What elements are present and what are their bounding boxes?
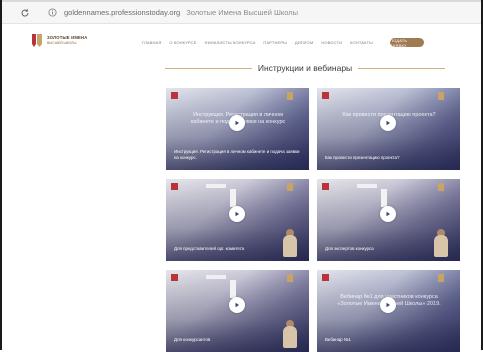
video-card[interactable]: Вебинар №1 для участников конкурса «Золо… (317, 270, 460, 352)
nav-item-finalists[interactable]: ФИНАЛИСТЫ КОНКУРСА (205, 40, 256, 45)
heading-divider-left (165, 67, 252, 69)
video-caption[interactable]: Для экспертов конкурса (325, 246, 452, 251)
video-caption[interactable]: Вебинар №1 (325, 337, 452, 342)
organizer-logo-icon (322, 92, 329, 99)
logo-line2: ВЫСШЕЙ ШКОЛЫ (47, 41, 77, 45)
address-bar[interactable]: goldennames.professionstoday.org Золотые… (2, 2, 481, 24)
video-caption[interactable]: Как провести презентацию проекта? (325, 155, 452, 160)
thumbnail-stand (230, 189, 236, 207)
logo-text: ЗОЛОТЫЕ ИМЕНА ВЫСШЕЙ ШКОЛЫ (47, 35, 87, 46)
organizer-logo-icon (171, 92, 178, 99)
organizer-logo-icon (322, 183, 329, 190)
thumbnail-banner (357, 184, 377, 188)
url-text[interactable]: goldennames.professionstoday.org (64, 8, 180, 17)
apply-button[interactable]: ПОДАТЬ ЗАЯВКУ (390, 38, 424, 48)
reload-icon[interactable] (18, 6, 32, 20)
video-caption[interactable]: Для представителей орг. комитета (174, 246, 301, 251)
video-caption[interactable]: Для конкурсантов (174, 337, 301, 342)
organizer-logo-icon (322, 274, 329, 281)
site-header: ЗОЛОТЫЕ ИМЕНА ВЫСШЕЙ ШКОЛЫ ГЛАВНАЯ О КОН… (2, 28, 481, 56)
nav-item-contacts[interactable]: КОНТАКТЫ (350, 40, 373, 45)
play-icon[interactable] (380, 206, 396, 222)
video-caption[interactable]: Инструкция. Регистрация в личном кабинет… (174, 149, 301, 160)
organizer-logo-icon (171, 274, 178, 281)
nav-item-partners[interactable]: ПАРТНЕРЫ (263, 40, 286, 45)
section-heading: Инструкции и вебинары (165, 62, 445, 74)
contest-logo-icon (438, 183, 444, 191)
browser-window: goldennames.professionstoday.org Золотые… (0, 0, 483, 352)
section-title: Инструкции и вебинары (257, 63, 353, 73)
play-icon[interactable] (380, 115, 396, 131)
contest-logo-icon (287, 183, 293, 191)
thumbnail-stand (230, 280, 236, 298)
contest-logo-icon (287, 274, 293, 282)
video-card[interactable]: Для экспертов конкурса (317, 179, 460, 261)
contest-logo-icon (287, 92, 293, 100)
contest-logo-icon (438, 274, 444, 282)
nav-item-home[interactable]: ГЛАВНАЯ (142, 40, 161, 45)
logo-emblem-icon (32, 34, 42, 47)
organizer-logo-icon (171, 183, 178, 190)
heading-divider-right (358, 67, 445, 69)
video-card[interactable]: Инструкция. Регистрация в личном кабинет… (166, 88, 309, 170)
video-card[interactable]: Для представителей орг. комитета (166, 179, 309, 261)
play-icon[interactable] (229, 206, 245, 222)
site-logo[interactable]: ЗОЛОТЫЕ ИМЕНА ВЫСШЕЙ ШКОЛЫ (32, 34, 87, 47)
thumbnail-banner (206, 275, 226, 279)
logo-line1: ЗОЛОТЫЕ ИМЕНА (47, 35, 88, 40)
nav-item-diploma[interactable]: ДИПЛОМ (295, 40, 313, 45)
play-icon[interactable] (229, 115, 245, 131)
video-card[interactable]: Как провести презентацию проекта? Как пр… (317, 88, 460, 170)
main-nav: ГЛАВНАЯ О КОНКУРСЕ ФИНАЛИСТЫ КОНКУРСА ПА… (142, 40, 373, 45)
thumbnail-stand (381, 189, 387, 207)
nav-item-about[interactable]: О КОНКУРСЕ (169, 40, 196, 45)
play-icon[interactable] (380, 297, 396, 313)
thumbnail-banner (206, 184, 226, 188)
play-icon[interactable] (229, 297, 245, 313)
site-info-icon[interactable] (46, 7, 58, 19)
contest-logo-icon (438, 92, 444, 100)
video-card[interactable]: Для конкурсантов (166, 270, 309, 352)
nav-item-news[interactable]: НОВОСТИ (321, 40, 342, 45)
page-title-text: Золотые Имена Высшей Школы (186, 8, 299, 17)
